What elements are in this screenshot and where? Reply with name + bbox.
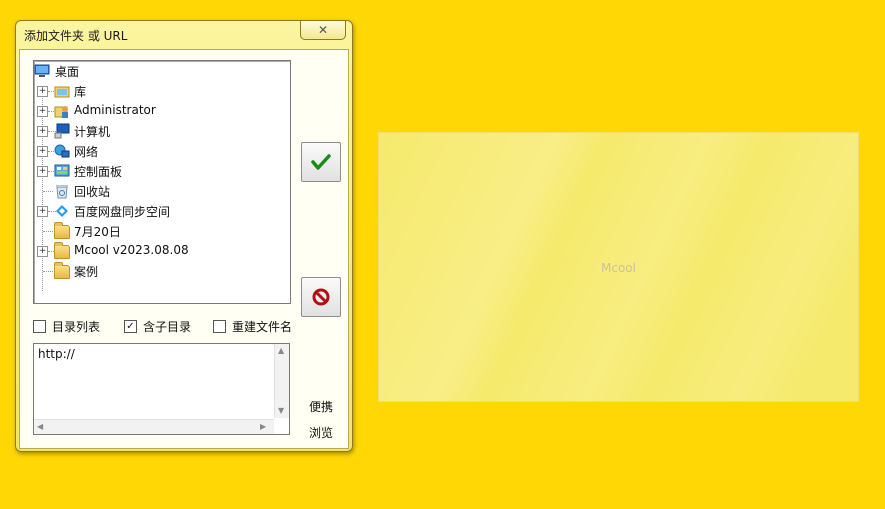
tree-item-label: 桌面 xyxy=(55,65,80,79)
expand-toggle[interactable]: + xyxy=(37,246,48,257)
checkbox-box[interactable] xyxy=(33,320,46,333)
expand-toggle[interactable]: + xyxy=(37,106,48,117)
scroll-left-icon[interactable]: ◀ xyxy=(37,422,43,431)
computer-icon xyxy=(54,123,70,139)
tree-item-label: 计算机 xyxy=(74,125,111,139)
folder-icon xyxy=(54,242,70,260)
vertical-scrollbar[interactable]: ▲ ▼ xyxy=(274,344,289,418)
scroll-right-icon[interactable]: ▶ xyxy=(260,422,266,431)
tree-connector-h xyxy=(43,191,53,192)
rebuild-name-checkbox[interactable]: 重建文件名 xyxy=(213,318,292,335)
rebuild-name-label: 重建文件名 xyxy=(232,320,293,334)
browse-link[interactable]: 浏览 xyxy=(309,424,333,441)
url-textarea[interactable]: http:// ▲ ▼ ◀ ▶ xyxy=(33,343,290,435)
network-icon xyxy=(54,143,70,159)
expand-toggle[interactable]: + xyxy=(37,206,48,217)
portable-link[interactable]: 便携 xyxy=(309,398,333,415)
url-value: http:// xyxy=(38,347,75,361)
expand-toggle[interactable]: + xyxy=(37,166,48,177)
tree-item-label: Mcool v2023.08.08 xyxy=(74,243,189,257)
dir-list-checkbox[interactable]: 目录列表 xyxy=(33,318,100,335)
checkmark-icon xyxy=(311,154,331,170)
close-icon: ✕ xyxy=(317,23,329,37)
cancel-button[interactable] xyxy=(301,277,341,317)
horizontal-scrollbar[interactable]: ◀ ▶ xyxy=(34,419,274,434)
add-folder-dialog: 添加文件夹 或 URL ✕ 桌面 + 库 + Administrator + 计… xyxy=(15,20,353,452)
tree-connector-h xyxy=(43,231,53,232)
checkbox-box[interactable] xyxy=(213,320,226,333)
tree-item-label: 案例 xyxy=(74,265,99,279)
tree-item-label: 库 xyxy=(74,85,87,99)
close-button[interactable]: ✕ xyxy=(300,21,346,40)
tree-item-label: 百度网盘同步空间 xyxy=(74,205,171,219)
tree-item-label: 网络 xyxy=(74,145,99,159)
folder-icon xyxy=(54,262,70,280)
library-folder-icon xyxy=(54,83,70,99)
control-panel-icon xyxy=(54,163,70,179)
ok-button[interactable] xyxy=(301,142,341,182)
dialog-client-area: 桌面 + 库 + Administrator + 计算机 + 网络 + 控制面板… xyxy=(19,49,349,449)
checkbox-box[interactable]: ✓ xyxy=(124,320,137,333)
recycle-bin-icon xyxy=(54,183,70,199)
tree-item-label: 7月20日 xyxy=(74,225,121,239)
scroll-down-icon[interactable]: ▼ xyxy=(278,406,284,415)
scroll-up-icon[interactable]: ▲ xyxy=(278,346,284,355)
desktop-icon xyxy=(34,63,50,79)
prohibited-icon xyxy=(312,288,330,306)
dir-list-label: 目录列表 xyxy=(52,320,101,334)
preview-panel: Mcool xyxy=(378,132,859,402)
tree-item-label: 控制面板 xyxy=(74,165,123,179)
preview-label: Mcool xyxy=(601,261,636,275)
tree-connector xyxy=(42,87,43,291)
tree-item-label: 回收站 xyxy=(74,185,111,199)
expand-toggle[interactable]: + xyxy=(37,126,48,137)
tree-connector-h xyxy=(43,271,53,272)
expand-toggle[interactable]: + xyxy=(37,86,48,97)
folder-tree[interactable]: 桌面 + 库 + Administrator + 计算机 + 网络 + 控制面板… xyxy=(33,60,291,304)
expand-toggle[interactable]: + xyxy=(37,146,48,157)
include-subdirs-checkbox[interactable]: ✓ 含子目录 xyxy=(124,318,191,335)
baidu-netdisk-icon xyxy=(54,203,70,219)
tree-item-label: Administrator xyxy=(74,103,156,117)
folder-icon xyxy=(54,222,70,240)
dialog-title: 添加文件夹 或 URL xyxy=(24,29,128,43)
user-folder-icon xyxy=(54,103,70,119)
include-subdirs-label: 含子目录 xyxy=(143,320,192,334)
